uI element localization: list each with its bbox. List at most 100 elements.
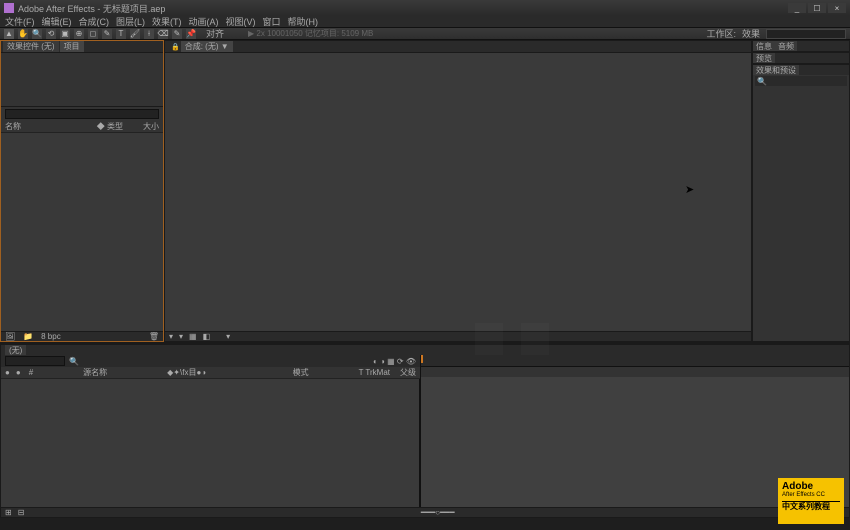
placeholder-icon (475, 323, 503, 355)
workspace-dropdown[interactable]: 效果 (742, 27, 760, 40)
workspace-label: 工作区: (706, 27, 736, 40)
minimize-button[interactable]: _ (788, 3, 806, 13)
timeline-layer-list[interactable] (1, 379, 420, 507)
app-icon (4, 3, 14, 13)
tab-preview[interactable]: 预览 (753, 53, 775, 63)
folder-icon[interactable]: 📁 (23, 332, 33, 341)
project-footer: 🖼 📁 8 bpc 🗑 (1, 331, 163, 341)
preview-panel: 预览 (752, 52, 850, 64)
menu-view[interactable]: 视图(V) (223, 15, 259, 28)
comp-footer: ▾ ▾ ▦ ◧ ▾ (165, 331, 751, 341)
col-type[interactable]: ◆ 类型 (97, 121, 123, 132)
col-lock-icon[interactable]: ● (16, 368, 21, 377)
tl-btn-icon[interactable]: ⟳ (397, 357, 404, 366)
tab-effects-presets[interactable]: 效果和预设 (753, 65, 799, 75)
menu-help[interactable]: 帮助(H) (285, 15, 322, 28)
zoom-slider[interactable]: ━━━○━━━ (421, 508, 455, 517)
shape-tool-icon[interactable]: ◻ (88, 29, 98, 39)
info-panel: 信息 音频 (752, 40, 850, 52)
toggle-switches-icon[interactable]: ⊞ (5, 508, 12, 517)
right-panel-stack: 信息 音频 预览 效果和预设 🔍 (752, 40, 850, 342)
text-tool-icon[interactable]: T (116, 29, 126, 39)
tl-btn-icon[interactable]: ◑ (380, 357, 385, 366)
tab-project[interactable]: 项目 (60, 41, 84, 52)
rotate-tool-icon[interactable]: ⟲ (46, 29, 56, 39)
project-search-input[interactable] (5, 109, 159, 119)
grid-toggle-icon[interactable]: ▦ (189, 332, 197, 341)
zoom-tool-icon[interactable]: 🔍 (32, 29, 42, 39)
clone-tool-icon[interactable]: ⟊ (144, 29, 154, 39)
resolution-dropdown[interactable]: ▾ (179, 332, 183, 341)
project-preview (1, 53, 163, 107)
roto-tool-icon[interactable]: ✎ (172, 29, 182, 39)
hand-tool-icon[interactable]: ✋ (18, 29, 28, 39)
col-switches[interactable]: ◆✦\fx目●◑ (167, 367, 206, 378)
toolbar: ▲ ✋ 🔍 ⟲ ▣ ⊕ ◻ ✎ T 🖌 ⟊ ⌫ ✎ 📌 对齐 ▶ 2x 1000… (0, 28, 850, 40)
tutorial-badge: Adobe After Effects CC 中文系列教程 (778, 478, 844, 524)
tl-search-icon[interactable]: 🔍 (69, 357, 79, 366)
mask-toggle-icon[interactable]: ◧ (203, 332, 211, 341)
col-mode[interactable]: 模式 (293, 367, 309, 378)
mouse-cursor-icon: ➤ (685, 183, 693, 195)
timecode-input[interactable] (5, 356, 65, 366)
col-parent[interactable]: 父级 (400, 367, 416, 378)
pen-tool-icon[interactable]: ✎ (102, 29, 112, 39)
project-items[interactable] (1, 133, 163, 331)
menu-effect[interactable]: 效果(T) (149, 15, 185, 28)
effects-presets-panel: 效果和预设 🔍 (752, 64, 850, 342)
col-trkmat[interactable]: T TrkMat (359, 368, 390, 377)
placeholder-icon (521, 323, 549, 355)
col-num: # (29, 368, 33, 377)
composition-panel: 🔒 合成: (无) ▼ ➤ ▾ ▾ ▦ ◧ ▾ (164, 40, 752, 342)
close-button[interactable]: × (828, 3, 846, 13)
brush-tool-icon[interactable]: 🖌 (130, 29, 140, 39)
puppet-tool-icon[interactable]: 📌 (186, 29, 196, 39)
project-panel: 效果控件 (无) 项目 名称 ◆ 类型 大小 🖼 📁 8 bpc 🗑 (0, 40, 164, 342)
delete-icon[interactable]: 🗑 (149, 332, 159, 341)
menu-comp[interactable]: 合成(C) (76, 15, 113, 28)
window-title: Adobe After Effects - 无标题项目.aep (18, 2, 165, 15)
time-display[interactable]: ▾ (226, 332, 230, 341)
interpret-icon[interactable]: 🖼 (5, 332, 15, 341)
composition-viewer[interactable]: ➤ (165, 53, 751, 331)
toggle-modes-icon[interactable]: ⊟ (18, 508, 25, 517)
selection-tool-icon[interactable]: ▲ (4, 29, 14, 39)
tab-timeline[interactable]: (无) (5, 345, 26, 356)
tl-btn-icon[interactable]: 👁 (406, 357, 416, 366)
window-titlebar: Adobe After Effects - 无标题项目.aep _ ☐ × (0, 0, 850, 16)
search-help-input[interactable] (766, 29, 846, 39)
timeline-footer: ⊞ ⊟ ━━━○━━━ (1, 507, 849, 517)
timeline-ruler[interactable] (421, 355, 849, 367)
col-name[interactable]: 名称 (5, 121, 21, 132)
badge-line1: Adobe (782, 481, 840, 492)
tl-btn-icon[interactable]: ◐ (373, 357, 378, 366)
timeline-ruler-ticks (421, 367, 849, 377)
eraser-tool-icon[interactable]: ⌫ (158, 29, 168, 39)
bpc-button[interactable]: 8 bpc (41, 332, 61, 341)
badge-line3: 中文系列教程 (782, 501, 840, 512)
tab-composition[interactable]: 合成: (无) ▼ (181, 41, 233, 52)
badge-line2: After Effects CC (782, 492, 840, 499)
col-size[interactable]: 大小 (143, 121, 159, 132)
menu-window[interactable]: 窗口 (260, 15, 284, 28)
menu-file[interactable]: 文件(F) (2, 15, 38, 28)
tab-info[interactable]: 信息 (753, 41, 775, 51)
zoom-dropdown[interactable]: ▾ (169, 332, 173, 341)
project-columns: 名称 ◆ 类型 大小 (1, 121, 163, 133)
col-source-name[interactable]: 源名称 (83, 367, 107, 378)
toolbar-align-label: 对齐 (206, 27, 224, 40)
menu-layer[interactable]: 图层(L) (113, 15, 148, 28)
tab-audio[interactable]: 音频 (775, 41, 797, 51)
tl-btn-icon[interactable]: ▦ (387, 357, 395, 366)
anchor-tool-icon[interactable]: ⊕ (74, 29, 84, 39)
camera-tool-icon[interactable]: ▣ (60, 29, 70, 39)
tab-effect-controls[interactable]: 效果控件 (无) (3, 41, 59, 52)
toolbar-info: ▶ 2x 10001050 记忆项目: 5109 MB (248, 28, 373, 39)
comp-lock-icon[interactable]: 🔒 (171, 43, 180, 51)
col-vis-icon[interactable]: ● (5, 368, 10, 377)
menu-edit[interactable]: 编辑(E) (39, 15, 75, 28)
maximize-button[interactable]: ☐ (808, 3, 826, 13)
timeline-columns: ● ● # 源名称 ◆✦\fx目●◑ 模式 T TrkMat 父级 (1, 367, 420, 379)
current-time-indicator[interactable] (421, 355, 423, 363)
effects-search-input[interactable]: 🔍 (755, 76, 847, 86)
